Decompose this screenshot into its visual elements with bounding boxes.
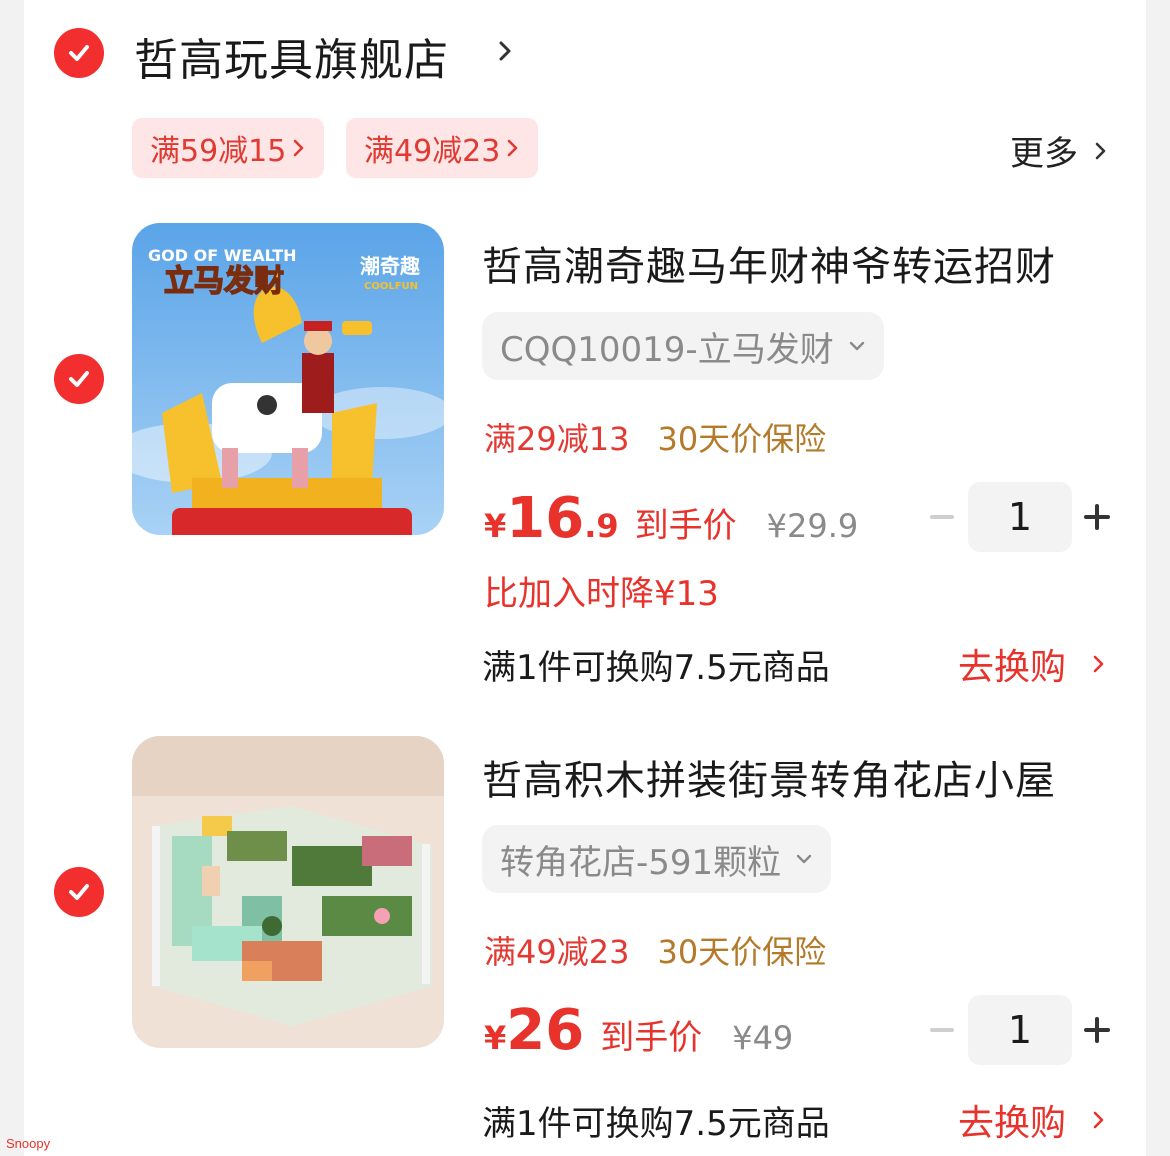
chevron-right-icon[interactable] [496,36,516,66]
chevron-right-icon [1093,655,1104,673]
insurance-tag: 30天价保险 [657,420,827,458]
chevron-right-icon [1093,1111,1104,1129]
image-top-text: GOD OF WEALTH [148,246,297,265]
minus-button[interactable] [930,1028,954,1032]
price-integer: 16 [506,486,585,551]
price-currency: ¥ [484,1019,507,1057]
price-label: 到手价 [600,1018,703,1058]
exchange-offer: 满1件可换购7.5元商品 [482,648,830,688]
image-brand-en: COOLFUN [364,281,418,292]
more-label: 更多 [1010,134,1078,174]
product-image[interactable]: GOD OF WEALTH 立马发财 潮奇趣 COOLFUN [132,223,444,535]
coupon-label: 满49减23 [364,134,501,169]
exchange-link-label: 去换购 [958,1103,1067,1144]
price-label: 到手价 [634,506,737,546]
image-main-text: 立马发财 [164,264,284,299]
exchange-link-label: 去换购 [958,647,1067,688]
product-image-art [132,736,444,1048]
check-icon [69,884,89,900]
exchange-link[interactable]: 去换购 [958,1094,1106,1146]
item-select-checkbox[interactable] [54,354,104,404]
quantity-field[interactable]: 1 [968,995,1072,1065]
chevron-right-icon [508,139,518,157]
minus-button[interactable] [930,515,954,519]
item-select-checkbox[interactable] [54,867,104,917]
coupon-label: 满59减15 [150,134,287,169]
exchange-offer: 满1件可换购7.5元商品 [482,1104,830,1144]
check-icon [69,371,89,387]
product-title[interactable]: 哲高潮奇趣马年财神爷转运招财 [482,234,1056,292]
store-select-checkbox[interactable] [54,28,104,78]
store-header[interactable]: 哲高玩具旗舰店 [24,0,1146,106]
sku-selector[interactable]: 转角花店-591颗粒 [482,825,832,893]
coupon-chip[interactable]: 满59减15 [132,118,325,178]
promo-tag: 满49减23 [484,933,630,971]
store-name[interactable]: 哲高玩具旗舰店 [134,24,449,88]
price-currency: ¥ [484,507,507,545]
product-title[interactable]: 哲高积木拼装街景转角花店小屋 [482,748,1056,806]
more-coupons-link[interactable]: 更多 [1010,126,1108,175]
chevron-right-icon [294,139,304,157]
plus-button[interactable] [1084,502,1114,532]
image-brand-cn: 潮奇趣 [360,254,421,278]
product-image[interactable] [132,736,444,1048]
price-line: ¥ 26 到手价 ¥49 [484,998,793,1063]
price-line: ¥ 16 .9 到手价 ¥29.9 [484,486,858,551]
insurance-tag: 30天价保险 [657,933,827,971]
sku-label: 转角花店-591颗粒 [500,842,782,883]
original-price: ¥29.9 [766,507,859,545]
coupon-chip[interactable]: 满49减23 [346,118,539,178]
plus-button[interactable] [1084,1015,1114,1045]
quantity-field[interactable]: 1 [968,482,1072,552]
promo-tags: 满29减13 30天价保险 [484,414,826,460]
quantity-stepper: 1 [924,995,1114,1065]
chevron-down-icon [796,854,812,864]
exchange-link[interactable]: 去换购 [958,638,1106,690]
store-card: 哲高玩具旗舰店 满59减15 满49减23 更多 GOD OF WEALTH 立… [24,0,1146,1156]
check-icon [69,45,89,61]
watermark: Snoopy [6,1136,51,1151]
sku-selector[interactable]: CQQ10019-立马发财 [482,312,884,380]
product-image-art: GOD OF WEALTH 立马发财 潮奇趣 COOLFUN [132,223,444,535]
chevron-right-icon [1095,142,1106,159]
sku-label: CQQ10019-立马发财 [500,329,834,370]
price-decimal: .9 [584,507,619,545]
original-price: ¥49 [732,1019,794,1057]
price-drop-note: 比加入时降¥13 [484,574,719,614]
price-integer: 26 [506,998,585,1063]
promo-tags: 满49减23 30天价保险 [484,927,826,973]
promo-tag: 满29减13 [484,420,630,458]
chevron-down-icon [849,341,864,351]
quantity-stepper: 1 [924,482,1114,552]
